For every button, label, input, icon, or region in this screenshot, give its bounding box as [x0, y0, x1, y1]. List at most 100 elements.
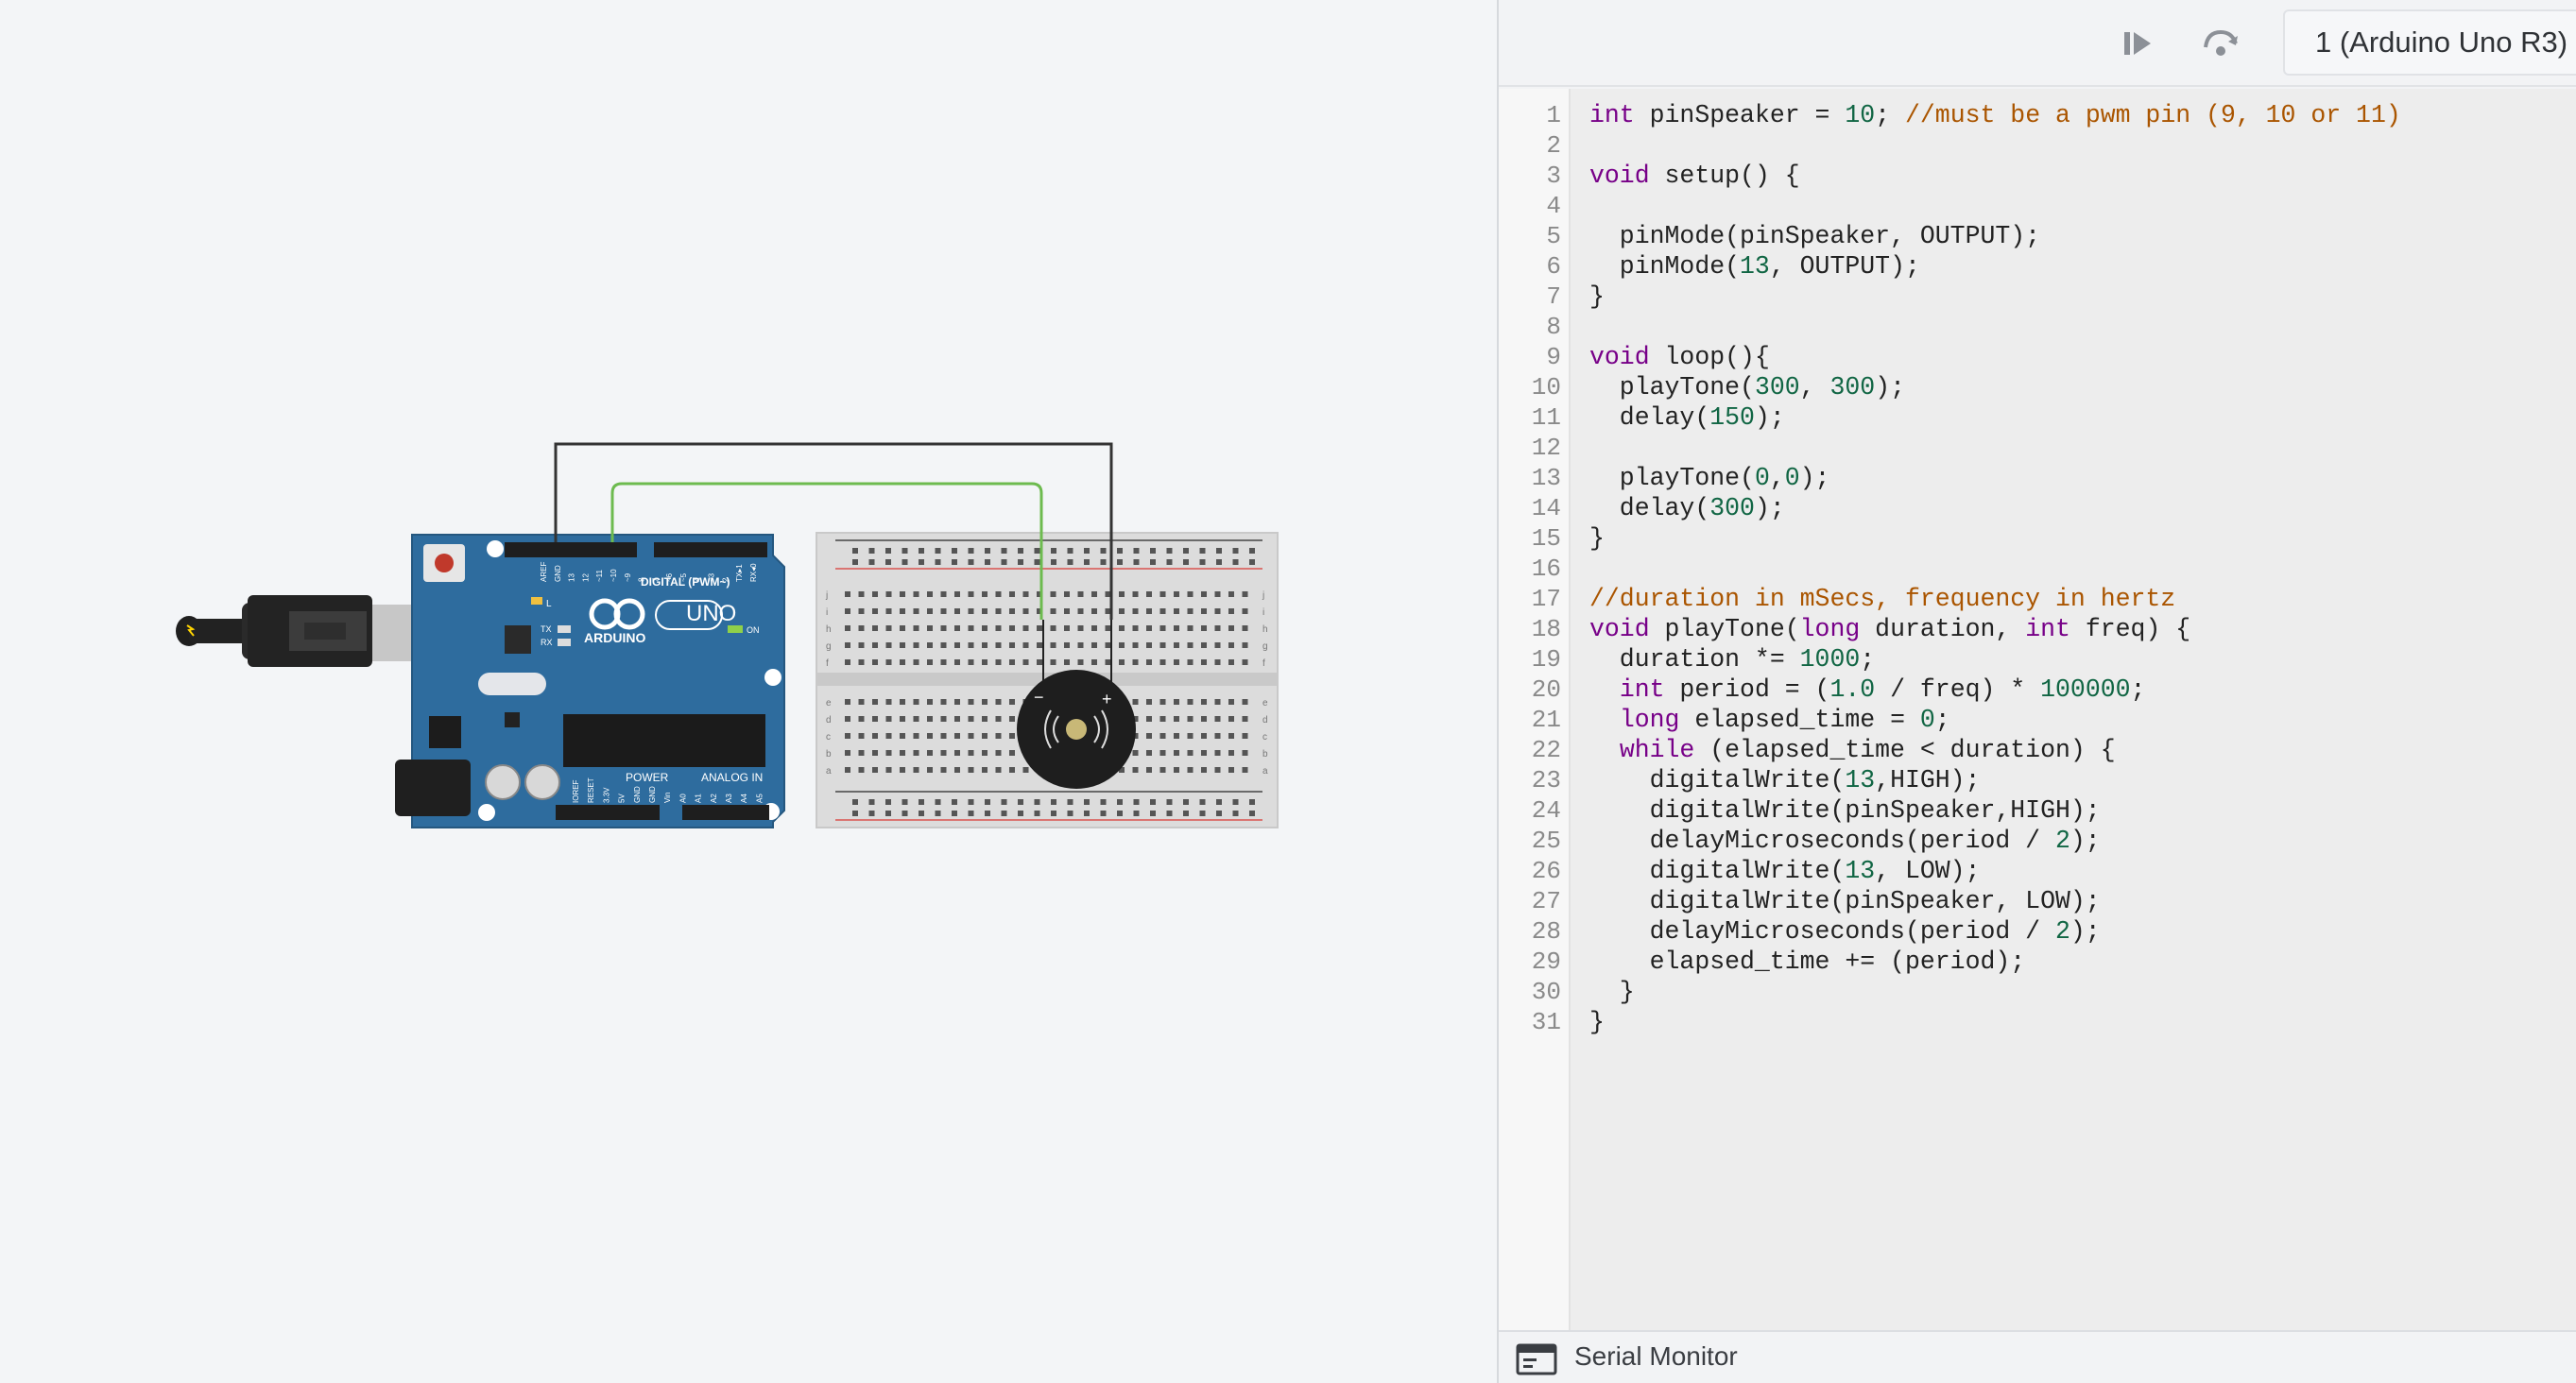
breadboard-hole[interactable]: [1159, 716, 1166, 722]
breadboard-hole[interactable]: [1100, 811, 1107, 816]
breadboard-hole[interactable]: [1009, 659, 1015, 665]
breadboard-hole[interactable]: [940, 750, 947, 756]
breadboard-hole[interactable]: [913, 642, 919, 648]
breadboard-hole[interactable]: [1132, 767, 1139, 773]
breadboard-hole[interactable]: [1150, 811, 1156, 816]
breadboard-hole[interactable]: [1034, 559, 1040, 565]
breadboard-hole[interactable]: [858, 625, 865, 631]
breadboard-hole[interactable]: [919, 559, 924, 565]
breadboard-hole[interactable]: [900, 642, 905, 648]
breadboard-hole[interactable]: [985, 811, 990, 816]
breadboard-hole[interactable]: [1174, 733, 1179, 739]
code-line[interactable]: digitalWrite(pinSpeaker,HIGH);: [1589, 795, 2101, 826]
breadboard-hole[interactable]: [1242, 608, 1248, 614]
breadboard-hole[interactable]: [1100, 559, 1107, 565]
breadboard-hole[interactable]: [1001, 811, 1007, 816]
breadboard-hole[interactable]: [1018, 548, 1023, 554]
breadboard-hole[interactable]: [1249, 548, 1255, 554]
breadboard-hole[interactable]: [1174, 659, 1179, 665]
breadboard-hole[interactable]: [872, 608, 878, 614]
breadboard-hole[interactable]: [885, 591, 892, 597]
breadboard-hole[interactable]: [1133, 811, 1140, 816]
breadboard-hole[interactable]: [1159, 625, 1166, 631]
breadboard-hole[interactable]: [1216, 799, 1222, 805]
breadboard-hole[interactable]: [1001, 799, 1007, 805]
breadboard-hole[interactable]: [868, 559, 875, 565]
breadboard-hole[interactable]: [900, 608, 905, 614]
breadboard-hole[interactable]: [1159, 608, 1166, 614]
breadboard-hole[interactable]: [1242, 767, 1248, 773]
breadboard-hole[interactable]: [1214, 767, 1221, 773]
breadboard-hole[interactable]: [1174, 767, 1179, 773]
breadboard-hole[interactable]: [1067, 799, 1073, 805]
circuit-canvas[interactable]: UNO ARDUINO DIGITAL (PWM~) POWER ANALOG …: [0, 0, 1497, 1383]
breadboard-hole[interactable]: [940, 699, 947, 705]
breadboard-hole[interactable]: [845, 733, 850, 739]
breadboard-hole[interactable]: [1199, 559, 1206, 565]
code-line[interactable]: pinMode(13, OUTPUT);: [1589, 251, 1920, 282]
breadboard-hole[interactable]: [868, 799, 875, 805]
breadboard-hole[interactable]: [858, 733, 865, 739]
breadboard-hole[interactable]: [1009, 699, 1015, 705]
breadboard-hole[interactable]: [1187, 750, 1194, 756]
breadboard-hole[interactable]: [1064, 591, 1070, 597]
breadboard-hole[interactable]: [1009, 733, 1015, 739]
breadboard-hole[interactable]: [954, 659, 960, 665]
breadboard-hole[interactable]: [1166, 811, 1173, 816]
breadboard-hole[interactable]: [845, 750, 850, 756]
breadboard-hole[interactable]: [1018, 559, 1023, 565]
breadboard-hole[interactable]: [1146, 625, 1152, 631]
breadboard-hole[interactable]: [1183, 811, 1189, 816]
breadboard-hole[interactable]: [1159, 750, 1166, 756]
breadboard-hole[interactable]: [885, 559, 891, 565]
code-line[interactable]: digitalWrite(13, LOW);: [1589, 856, 1981, 886]
breadboard-hole[interactable]: [940, 659, 947, 665]
breadboard-hole[interactable]: [1187, 767, 1194, 773]
breadboard-hole[interactable]: [885, 699, 892, 705]
breadboard-hole[interactable]: [913, 591, 919, 597]
breadboard-hole[interactable]: [1228, 767, 1234, 773]
breadboard-hole[interactable]: [858, 750, 865, 756]
breadboard-hole[interactable]: [1084, 811, 1090, 816]
breadboard-hole[interactable]: [968, 591, 974, 597]
breadboard-hole[interactable]: [1159, 699, 1166, 705]
breadboard-hole[interactable]: [1133, 799, 1140, 805]
breadboard-hole[interactable]: [1119, 608, 1125, 614]
breadboard-hole[interactable]: [885, 716, 892, 722]
breadboard-hole[interactable]: [1228, 750, 1234, 756]
step-play-icon[interactable]: [2115, 21, 2160, 66]
breadboard-hole[interactable]: [1077, 625, 1084, 631]
breadboard-hole[interactable]: [1022, 659, 1029, 665]
device-select[interactable]: 1 (Arduino Uno R3): [2283, 9, 2576, 76]
breadboard-hole[interactable]: [845, 767, 850, 773]
breadboard-hole[interactable]: [954, 767, 960, 773]
breadboard-hole[interactable]: [1077, 591, 1084, 597]
breadboard-hole[interactable]: [1214, 699, 1221, 705]
breadboard-hole[interactable]: [927, 699, 933, 705]
breadboard-hole[interactable]: [1050, 608, 1056, 614]
breadboard-hole[interactable]: [954, 625, 960, 631]
breadboard-hole[interactable]: [995, 659, 1002, 665]
breadboard-hole[interactable]: [952, 799, 957, 805]
breadboard-hole[interactable]: [1150, 799, 1156, 805]
breadboard-hole[interactable]: [927, 767, 933, 773]
breadboard-hole[interactable]: [1166, 559, 1173, 565]
breadboard-hole[interactable]: [1091, 659, 1097, 665]
breadboard-hole[interactable]: [885, 750, 892, 756]
breadboard-hole[interactable]: [1159, 659, 1166, 665]
breadboard-hole[interactable]: [1034, 811, 1040, 816]
breadboard-hole[interactable]: [985, 548, 990, 554]
breadboard-hole[interactable]: [995, 733, 1002, 739]
breadboard-hole[interactable]: [935, 799, 941, 805]
breadboard-hole[interactable]: [1084, 799, 1090, 805]
breadboard-hole[interactable]: [927, 733, 933, 739]
breadboard-hole[interactable]: [927, 625, 933, 631]
breadboard-hole[interactable]: [995, 750, 1002, 756]
breadboard-hole[interactable]: [935, 559, 941, 565]
breadboard-hole[interactable]: [1249, 559, 1255, 565]
code-line[interactable]: void setup() {: [1589, 161, 1800, 191]
breadboard-hole[interactable]: [1187, 699, 1194, 705]
breadboard-hole[interactable]: [1067, 548, 1073, 554]
usb-cable[interactable]: [176, 595, 372, 667]
breadboard-hole[interactable]: [1242, 642, 1248, 648]
